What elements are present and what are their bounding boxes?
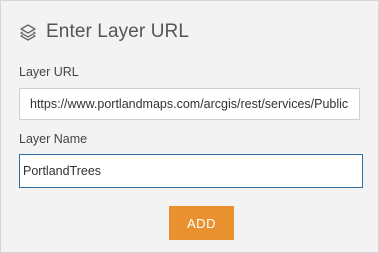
layer-name-input[interactable]: [19, 154, 363, 188]
layer-url-label: Layer URL: [19, 65, 79, 79]
layer-url-input[interactable]: [19, 88, 360, 120]
add-layer-panel: Enter Layer URL Layer URL Layer Name ADD: [0, 0, 379, 253]
add-button[interactable]: ADD: [169, 206, 234, 240]
page-title: Enter Layer URL: [46, 21, 190, 42]
layers-icon: [19, 23, 37, 41]
layer-name-label: Layer Name: [19, 132, 88, 146]
panel-header: Enter Layer URL: [19, 19, 189, 45]
